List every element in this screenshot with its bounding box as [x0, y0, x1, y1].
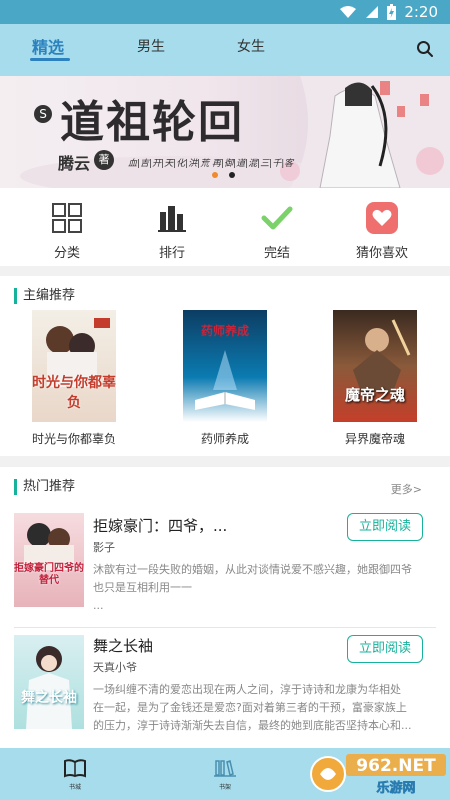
hot-author: 天真小爷 — [93, 661, 137, 674]
cover-title: 魔帝之魂 — [344, 386, 405, 404]
hot-desc-line: 的压力，淳于诗诗渐渐失去自信，最终的她到底能否坚持本心和... — [93, 719, 412, 732]
watermark-sub: 乐游网 — [376, 780, 415, 796]
status-bar: 2:20 — [0, 0, 450, 24]
book-cover[interactable]: 魔帝之魂 — [333, 310, 417, 422]
book-cover[interactable]: 药师养成 — [183, 310, 267, 422]
carousel-dot-active[interactable] — [212, 172, 218, 178]
open-book-icon — [64, 759, 86, 778]
tab-female[interactable]: 女生 — [237, 36, 265, 56]
hot-desc-line: ... — [93, 599, 104, 612]
quick-label: 排行 — [158, 246, 185, 261]
quick-category[interactable]: 分类 — [11, 188, 123, 266]
read-now-button[interactable]: 立即阅读 — [347, 513, 423, 541]
signal-icon — [366, 6, 379, 18]
banner-author-suffix: 著 — [94, 150, 114, 170]
quick-actions: 分类 排行 完结 猜你喜欢 — [0, 188, 450, 266]
banner-title: 道祖轮回 — [60, 97, 244, 148]
book-cover[interactable]: 拒嫁豪门四爷的替代 — [14, 513, 84, 607]
hot-desc-line: 在一起，是为了金钱还是爱恋?面对着第三者的干预，富豪家族上 — [93, 701, 407, 714]
cover-art — [26, 646, 72, 729]
book-cover[interactable]: 舞之长袖 — [14, 635, 84, 729]
book-cover[interactable]: 时光与你都辜负 — [32, 310, 116, 422]
cover-art — [353, 319, 411, 392]
top-tab-bar: 精选 男生 女生 — [0, 24, 450, 76]
banner-carousel[interactable]: S 道祖轮回 腾云 著 血|吉|开|天|化|洪|荒 再|御|道|混|三|千|客 — [0, 76, 450, 188]
battery-icon — [387, 4, 397, 20]
hot-desc-line: 沐歆有过一段失败的婚姻，从此对谈情说爱不感兴趣，她跟御四爷 — [93, 563, 412, 576]
status-time: 2:20 — [404, 3, 438, 21]
cover-title: 时光与你都辜负 — [32, 375, 116, 411]
book-title[interactable]: 时光与你都辜负 — [18, 430, 130, 447]
book-title[interactable]: 异界魔帝魂 — [319, 430, 431, 447]
list-item[interactable]: 舞之长袖 舞之长袖 天真小爷 一场纠缠不清的爱恋出现在两人之间，淳于诗诗和龙康为… — [0, 635, 450, 735]
divider — [14, 627, 436, 628]
tab-featured[interactable]: 精选 — [32, 34, 64, 58]
nav-label: 书架 — [218, 784, 231, 791]
banner-tagline: 血|吉|开|天|化|洪|荒 再|御|道|混|三|千|客 — [128, 159, 294, 169]
nav-label: 书城 — [68, 784, 81, 791]
list-item[interactable]: 拒嫁豪门四爷的替代 拒嫁豪门：四爷，... 影子 沐歆有过一段失败的婚姻，从此对… — [0, 513, 450, 613]
quick-guess-like[interactable]: 猜你喜欢 — [326, 188, 438, 266]
hot-desc-line: 也只是互相利用一一 — [93, 581, 192, 594]
nav-bookshelf[interactable]: 书架 — [205, 758, 245, 791]
hot-author: 影子 — [93, 541, 115, 554]
watermark: 962.NET 乐游网 — [308, 748, 448, 796]
cover-title: 拒嫁豪门四爷的替代 — [14, 563, 84, 586]
tab-underline — [30, 58, 70, 61]
grid-icon — [52, 203, 82, 233]
check-icon — [261, 206, 293, 230]
heart-icon — [366, 202, 398, 234]
hot-title[interactable]: 拒嫁豪门：四爷，... — [93, 515, 227, 536]
nav-bookstore[interactable]: 书城 — [55, 758, 95, 791]
book-title[interactable]: 药师养成 — [169, 430, 281, 447]
section-heading: 热门推荐 — [14, 479, 75, 495]
quick-finished[interactable]: 完结 — [221, 188, 333, 266]
section-heading: 主编推荐 — [14, 288, 75, 304]
quick-label: 猜你喜欢 — [355, 246, 408, 261]
read-now-button[interactable]: 立即阅读 — [347, 635, 423, 663]
wifi-icon — [340, 6, 357, 18]
quick-ranking[interactable]: 排行 — [116, 188, 228, 266]
quick-label: 分类 — [53, 246, 80, 261]
bookshelf-icon — [214, 760, 236, 777]
tab-male[interactable]: 男生 — [137, 36, 165, 56]
cover-art — [24, 523, 74, 570]
watermark-logo: 962.NET 乐游网 — [310, 754, 446, 796]
editor-picks-section: 主编推荐 时光与你都辜负 时光与你都辜负 药师养成 药师养成 魔帝之魂 异界魔帝… — [0, 276, 450, 456]
quick-label: 完结 — [263, 246, 290, 261]
carousel-dot[interactable] — [229, 172, 235, 178]
banner-author: 腾云 — [58, 154, 91, 173]
cover-title: 药师养成 — [200, 324, 249, 338]
search-icon[interactable] — [416, 40, 434, 58]
banner-badge: S — [34, 105, 52, 123]
hot-title[interactable]: 舞之长袖 — [93, 635, 153, 656]
bar-chart-icon — [158, 206, 186, 232]
hot-desc-line: 一场纠缠不清的爱恋出现在两人之间，淳于诗诗和龙康为华相处 — [93, 683, 401, 696]
hot-section: 热门推荐 更多> 拒嫁豪门四爷的替代 拒嫁豪门：四爷，... 影子 沐歆有过一段… — [0, 467, 450, 748]
more-link[interactable]: 更多> — [391, 481, 422, 497]
watermark-brand: 962.NET — [356, 756, 436, 776]
cover-title: 舞之长袖 — [21, 690, 77, 706]
